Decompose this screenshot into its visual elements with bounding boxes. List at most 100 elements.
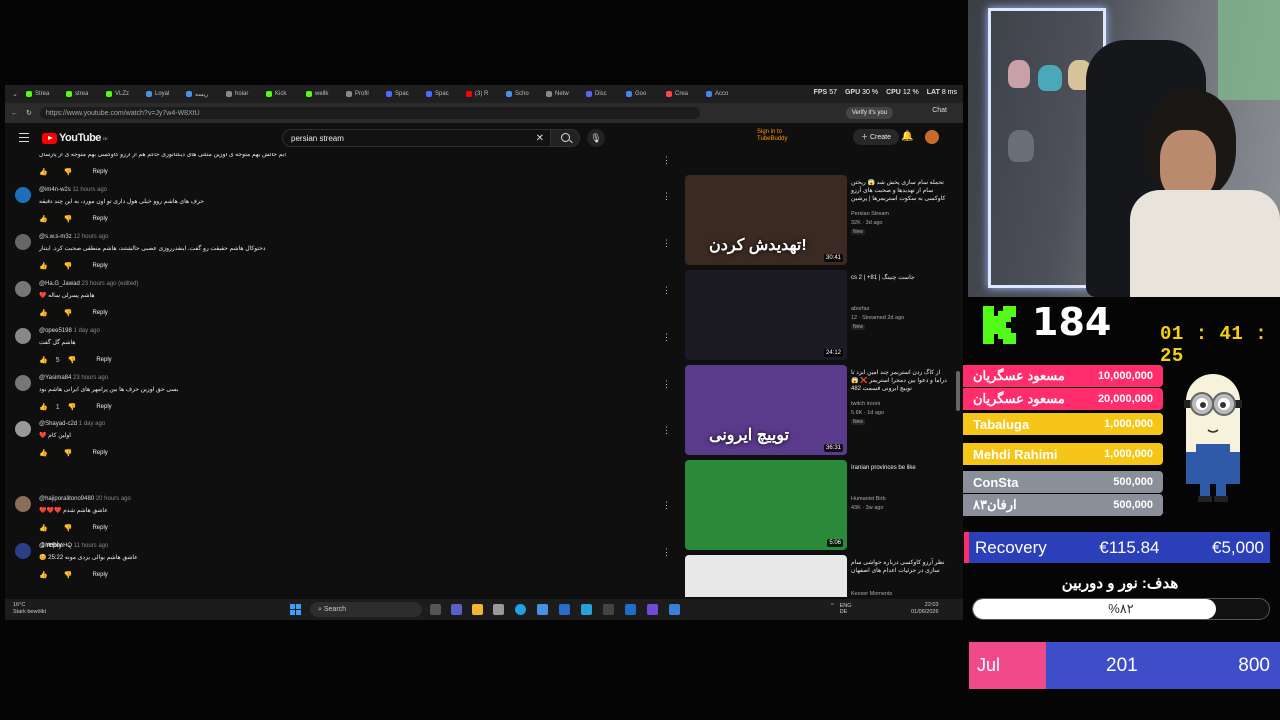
dislike-icon[interactable]: 👎 [68, 403, 77, 411]
comment-more-icon[interactable]: ⋮ [662, 191, 671, 202]
like-icon[interactable]: 👍 [39, 262, 48, 270]
video-channel[interactable]: Kexxer Moments [851, 591, 892, 597]
comment-author[interactable]: @Shayad-c2d [39, 421, 77, 427]
windows-start-icon[interactable] [290, 604, 301, 615]
comment-more-icon[interactable]: ⋮ [662, 500, 671, 511]
browser-tab[interactable]: Disc [583, 87, 621, 101]
comment-author[interactable]: @MrRnoHQ [39, 543, 72, 549]
comment-more-icon[interactable]: ⋮ [662, 547, 671, 558]
reply-button[interactable]: Reply [92, 450, 107, 456]
search-input[interactable]: persian stream ✕ [282, 129, 550, 147]
video-title[interactable]: از کاگ زدن استریمر چند امین ابزد تا درام… [851, 369, 947, 393]
comment-author[interactable]: @opee5198 [39, 328, 72, 334]
like-icon[interactable]: 👍 [39, 403, 48, 411]
teams-icon[interactable] [451, 604, 462, 615]
dislike-icon[interactable]: 👎 [64, 309, 73, 317]
chevron-up-icon[interactable]: ^ [831, 603, 834, 615]
like-icon[interactable]: 👍 [39, 524, 48, 532]
verify-button[interactable]: Verify it's you [845, 107, 893, 119]
reply-button[interactable]: Reply [92, 310, 107, 316]
browser-tab[interactable]: Netw [543, 87, 581, 101]
video-title[interactable]: نظر آرزو کاوکسی درباره حواشی سام سازی در… [851, 559, 947, 575]
notifications-bell-icon[interactable]: 🔔 [901, 131, 913, 142]
browser-tab[interactable]: Kick [263, 87, 301, 101]
browser-tab[interactable]: Goo [623, 87, 661, 101]
comment-more-icon[interactable]: ⋮ [662, 425, 671, 436]
app-icon[interactable] [647, 604, 658, 615]
like-icon[interactable]: 👍 [39, 449, 48, 457]
comment-author[interactable]: @hajiporalitono9480 [39, 496, 94, 502]
commenter-avatar[interactable] [15, 543, 31, 559]
browser-tab[interactable]: VLZz [103, 87, 141, 101]
browser-tab[interactable]: (3) R [463, 87, 501, 101]
video-thumbnail[interactable]: 5:06 [685, 460, 847, 550]
back-icon[interactable]: ← [11, 110, 18, 117]
like-icon[interactable]: 👍 [39, 168, 48, 176]
like-icon[interactable]: 👍 [39, 215, 48, 223]
app-icon[interactable] [603, 604, 614, 615]
comment-author[interactable]: @im4n-w2s [39, 187, 71, 193]
reply-button[interactable]: Reply [92, 263, 107, 269]
video-title[interactable]: تحمله سام سازی پخش شد 😱 ریختن سام از تهد… [851, 179, 947, 203]
app-icon[interactable] [669, 604, 680, 615]
reload-icon[interactable]: ↻ [26, 109, 32, 117]
chat-button[interactable]: Chat [932, 107, 947, 114]
browser-tab[interactable]: Loyal [143, 87, 181, 101]
comment-author[interactable]: @s.w.s-m3z [39, 234, 72, 240]
language-indicator[interactable]: ENG DE [840, 603, 852, 615]
comment-author[interactable]: @Yasima84 [39, 375, 71, 381]
related-video[interactable]: 5:06 Iranian provinces be like Humanist Bi… [685, 460, 955, 554]
browser-tab[interactable]: Profil [343, 87, 381, 101]
commenter-avatar[interactable] [15, 281, 31, 297]
comment-more-icon[interactable]: ⋮ [662, 379, 671, 390]
address-bar[interactable]: https://www.youtube.com/watch?v=Jy7w4-W8… [39, 107, 700, 119]
browser-tab[interactable]: hoiar [223, 87, 261, 101]
video-title[interactable]: جاست چتینگ | cs 2 | +81 [851, 274, 947, 282]
video-thumbnail[interactable]: 24:12 [685, 270, 847, 360]
edge-icon[interactable] [515, 604, 526, 615]
video-thumbnail[interactable]: تهدیدش کردن! 30:41 [685, 175, 847, 265]
account-avatar[interactable] [925, 130, 939, 144]
related-video[interactable]: تهدیدش کردن! 30:41 تحمله سام سازی پخش شد 😱… [685, 175, 955, 269]
comment-author[interactable]: @Ha.G_Jawad [39, 281, 80, 287]
youtube-logo[interactable]: YouTube DE [42, 132, 108, 144]
page-scrollbar[interactable] [956, 371, 960, 411]
app-icon[interactable] [581, 604, 592, 615]
related-video[interactable]: 24:12 جاست چتینگ | cs 2 | +81 aborfaz 12 · … [685, 270, 955, 364]
search-button[interactable] [550, 129, 580, 147]
taskbar-search[interactable]: ⌕ Search [310, 602, 422, 617]
dislike-icon[interactable]: 👎 [64, 571, 73, 579]
like-icon[interactable]: 👍 [39, 356, 48, 364]
dislike-icon[interactable]: 👎 [64, 524, 73, 532]
dislike-icon[interactable]: 👎 [68, 356, 77, 364]
commenter-avatar[interactable] [15, 375, 31, 391]
comment-more-icon[interactable]: ⋮ [662, 155, 671, 166]
clear-search-icon[interactable]: ✕ [536, 133, 544, 144]
app-icon[interactable] [559, 604, 570, 615]
browser-tab[interactable]: Crea [663, 87, 701, 101]
vscode-icon[interactable] [625, 604, 636, 615]
comment-more-icon[interactable]: ⋮ [662, 238, 671, 249]
reply-button[interactable]: Reply [92, 216, 107, 222]
tab-list-dropdown[interactable]: ⌄ [9, 87, 21, 101]
video-title[interactable]: Iranian provinces be like [851, 464, 947, 472]
like-icon[interactable]: 👍 [39, 309, 48, 317]
hamburger-menu-icon[interactable] [19, 133, 29, 142]
browser-tab[interactable]: strea [63, 87, 101, 101]
reply-button[interactable]: Reply [92, 572, 107, 578]
browser-tab[interactable]: Scho [503, 87, 541, 101]
create-button[interactable]: ＋ Create [853, 129, 899, 145]
comment-more-icon[interactable]: ⋮ [662, 332, 671, 343]
commenter-avatar[interactable] [15, 496, 31, 512]
commenter-avatar[interactable] [15, 421, 31, 437]
microphone-icon[interactable]: 🎙 [587, 129, 605, 147]
reply-button[interactable]: Reply [92, 169, 107, 175]
file-explorer-icon[interactable] [472, 604, 483, 615]
video-channel[interactable]: Persian Stream [851, 211, 889, 217]
weather-widget[interactable]: 16°C Stark bewölkt [13, 602, 46, 616]
browser-tab[interactable]: ریسه [183, 87, 221, 101]
system-tray[interactable]: ^ ENG DE [831, 603, 852, 615]
dislike-icon[interactable]: 👎 [64, 449, 73, 457]
commenter-avatar[interactable] [15, 187, 31, 203]
app-icon[interactable] [537, 604, 548, 615]
